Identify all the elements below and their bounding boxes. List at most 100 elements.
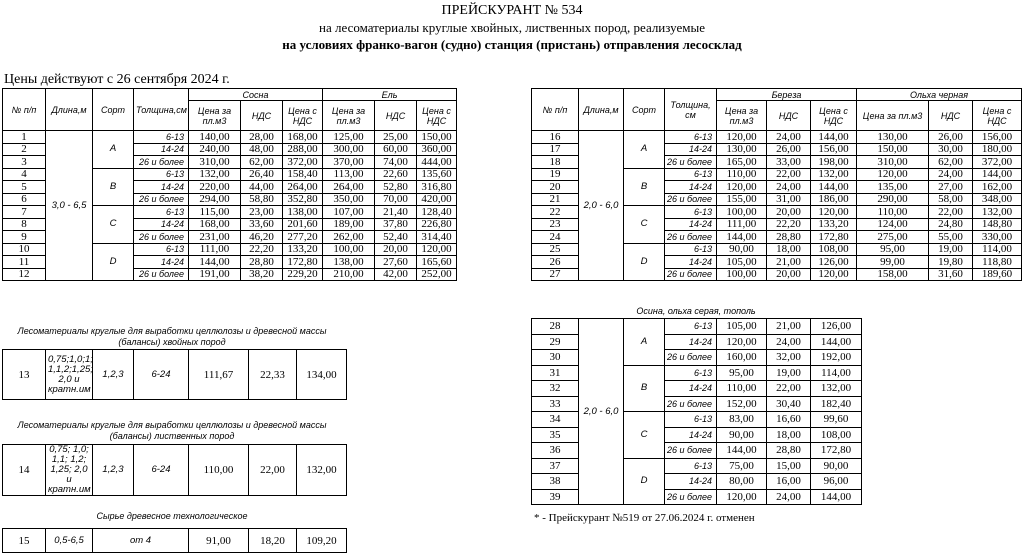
vat-cell: 20,00 — [374, 242, 418, 256]
col-header-num: № п/п — [531, 88, 579, 131]
vat-cell: 24,00 — [766, 333, 811, 350]
vat-cell: 24,00 — [766, 488, 811, 505]
price-cell: 310,00 — [188, 155, 241, 169]
vat-cell: 24,00 — [766, 180, 811, 194]
thickness-cell: 6-13 — [664, 364, 717, 381]
row-num: 6 — [2, 192, 46, 206]
price-cell: 168,00 — [188, 217, 241, 231]
price-vat-cell: 352,80 — [281, 192, 324, 206]
price-cell: 140,00 — [188, 130, 241, 144]
grade-cell: А — [92, 130, 134, 169]
vat-cell: 22,20 — [240, 242, 283, 256]
thickness-cell: 14-24 — [664, 333, 717, 350]
vat-cell: 27,00 — [928, 180, 973, 194]
vat-cell: 31,60 — [928, 267, 973, 281]
price-vat-cell: 144,00 — [810, 180, 857, 194]
price-vat-cell: 158,40 — [281, 167, 324, 181]
price-cell: 120,00 — [716, 488, 767, 505]
price-cell: 189,00 — [322, 217, 376, 231]
price-vat-cell: 172,80 — [281, 255, 324, 269]
thickness-cell: 6-13 — [133, 242, 189, 256]
col-header-price-vat: Цена с НДС — [971, 100, 1023, 131]
row-num: 16 — [531, 130, 579, 144]
price-cell: 144,00 — [188, 255, 241, 269]
price-cell: 90,00 — [716, 242, 767, 256]
thickness-cell: 26 и более — [664, 267, 717, 281]
vat-cell: 21,00 — [766, 255, 811, 269]
price-cell: 210,00 — [322, 267, 376, 281]
row-num: 33 — [531, 395, 579, 412]
price-vat-cell: 360,00 — [416, 142, 458, 156]
species-header-spruce: Ель — [322, 88, 458, 101]
conifer-price-table: № п/п Длина,м Сорт Толщина,см Сосна Ель … — [2, 88, 458, 281]
thickness-cell: 26 и более — [133, 192, 189, 206]
vat-cell: 19,80 — [928, 255, 973, 269]
price-vat-cell: 144,00 — [810, 488, 862, 505]
price-vat-cell: 138,00 — [281, 205, 324, 219]
price-cell: 130,00 — [716, 142, 767, 156]
vat-cell: 28,80 — [240, 255, 283, 269]
price-cell: 110,00 — [716, 380, 767, 397]
price-cell: 231,00 — [188, 230, 241, 244]
row-num: 23 — [531, 217, 579, 231]
tech-raw-length: 0,5-6,5 — [45, 528, 93, 553]
row-num: 37 — [531, 457, 579, 474]
price-cell: 124,00 — [856, 217, 929, 231]
col-header-num: № п/п — [2, 88, 46, 131]
vat-cell: 16,00 — [766, 473, 811, 490]
price-cell: 110,00 — [856, 205, 929, 219]
thickness-cell: 26 и более — [664, 155, 717, 169]
price-vat-cell: 288,00 — [281, 142, 324, 156]
pulp-conifer-caption: Лесоматериалы круглые для выработки целл… — [17, 326, 327, 347]
col-header-vat: НДС — [928, 100, 973, 131]
price-cell: 310,00 — [856, 155, 929, 169]
col-header-vat: НДС — [766, 100, 811, 131]
grade-cell: В — [623, 167, 665, 206]
price-vat-cell: 165,60 — [416, 255, 458, 269]
price-vat-cell: 96,00 — [810, 473, 862, 490]
price-cell: 350,00 — [322, 192, 376, 206]
pulp-conifer-length: 0,75;1,0;1; 1,1,2;1,25; 2,0 и кратн.им — [45, 349, 93, 400]
price-vat-cell: 229,20 — [281, 267, 324, 281]
row-num: 5 — [2, 180, 46, 194]
price-vat-cell: 372,00 — [281, 155, 324, 169]
table-row: 16 2,0 - 6,0 А 6-13 120,00 24,00 144,00 130,00 2… — [531, 130, 1023, 281]
pulp-conifer-vat: 22,33 — [248, 349, 297, 400]
thickness-cell: 26 и более — [133, 155, 189, 169]
price-vat-cell: 108,00 — [810, 426, 862, 443]
price-vat-cell: 172,80 — [810, 442, 862, 459]
grade-cell: А — [623, 130, 665, 169]
price-cell: 275,00 — [856, 230, 929, 244]
tech-raw-table: 15 0,5-6,5 от 4 91,00 18,20 109,20 — [2, 528, 347, 553]
vat-cell: 24,00 — [928, 167, 973, 181]
vat-cell: 48,00 — [240, 142, 283, 156]
row-num: 36 — [531, 442, 579, 459]
price-cell: 160,00 — [716, 349, 767, 366]
col-header-thickness: Толщина, см — [664, 88, 717, 131]
vat-cell: 62,00 — [240, 155, 283, 169]
price-cell: 100,00 — [716, 205, 767, 219]
tech-raw-num: 15 — [2, 528, 46, 553]
price-cell: 110,00 — [716, 167, 767, 181]
price-cell: 152,00 — [716, 395, 767, 412]
price-cell: 240,00 — [188, 142, 241, 156]
prices-effective-date: Цены действуют с 26 сентября 2024 г. — [4, 72, 230, 87]
document-subtitle-conditions: на условиях франко-вагон (судно) станция… — [282, 37, 742, 52]
vat-cell: 25,00 — [374, 130, 418, 144]
pulp-deciduous-caption: Лесоматериалы круглые для выработки целл… — [17, 420, 327, 441]
price-vat-cell: 172,80 — [810, 230, 857, 244]
price-vat-cell: 189,60 — [971, 267, 1023, 281]
species-header-black-alder: Ольха черная — [855, 88, 1023, 101]
col-header-price: Цена за пл.м3 — [716, 100, 767, 131]
price-vat-cell: 277,20 — [281, 230, 324, 244]
price-vat-cell: 156,00 — [971, 130, 1023, 144]
grade-cell: С — [623, 411, 665, 459]
vat-cell: 19,00 — [766, 364, 811, 381]
tech-raw-vat: 18,20 — [248, 528, 297, 553]
species-header-pine: Сосна — [187, 88, 324, 101]
thickness-cell: 6-13 — [664, 167, 717, 181]
thickness-cell: 14-24 — [133, 180, 189, 194]
price-cell: 135,00 — [856, 180, 929, 194]
thickness-cell: 6-13 — [133, 167, 189, 181]
row-num: 26 — [531, 255, 579, 269]
